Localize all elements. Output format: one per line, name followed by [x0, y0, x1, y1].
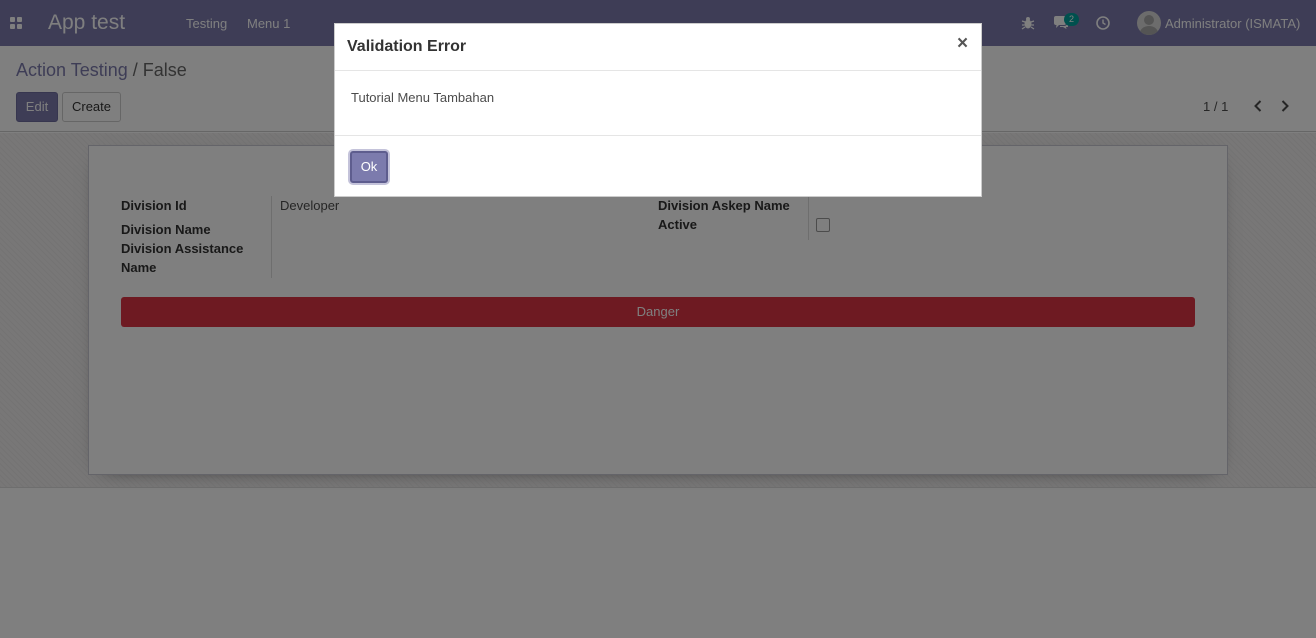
validation-error-dialog: Validation Error × Tutorial Menu Tambaha… — [334, 23, 982, 197]
ok-button[interactable]: Ok — [350, 151, 388, 183]
modal-title: Validation Error — [347, 38, 467, 55]
modal-footer: Ok — [335, 135, 981, 196]
modal-header: Validation Error × — [335, 24, 981, 71]
close-icon[interactable]: × — [957, 34, 968, 54]
modal-message: Tutorial Menu Tambahan — [351, 90, 495, 105]
